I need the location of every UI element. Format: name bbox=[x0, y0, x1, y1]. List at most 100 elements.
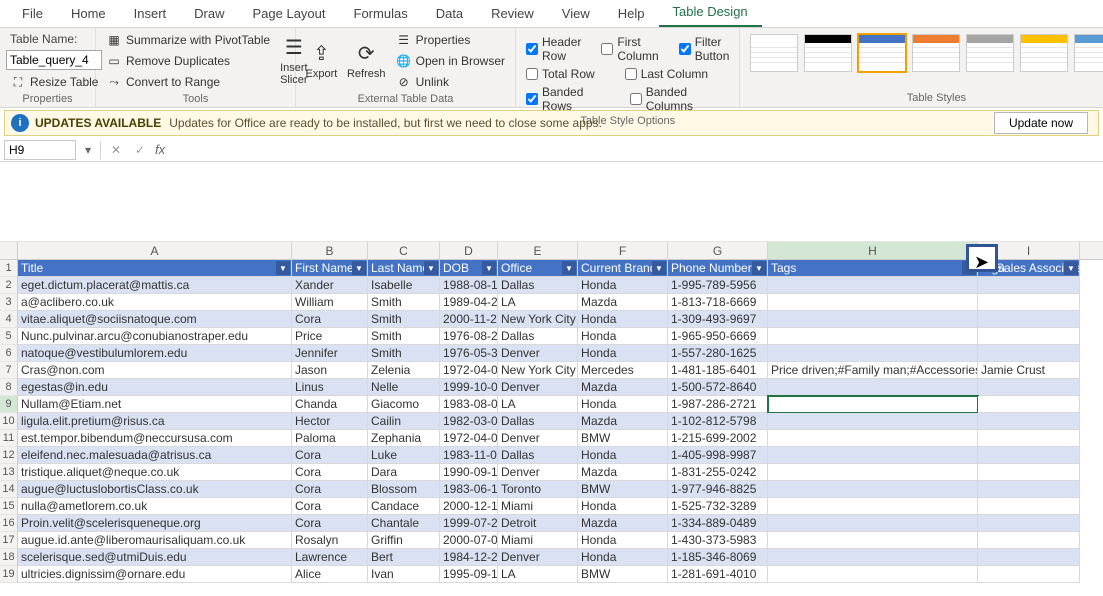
table-cell[interactable]: eget.dictum.placerat@mattis.ca bbox=[18, 277, 292, 294]
table-cell[interactable]: Cora bbox=[292, 464, 368, 481]
table-style-swatch[interactable] bbox=[1074, 34, 1103, 72]
table-cell[interactable]: Dallas bbox=[498, 447, 578, 464]
table-cell[interactable]: Jamie Crust bbox=[978, 362, 1080, 379]
row-header[interactable]: 16 bbox=[0, 515, 18, 532]
table-header-cell[interactable]: First Name▼ bbox=[292, 260, 368, 277]
tab-data[interactable]: Data bbox=[422, 0, 477, 27]
table-cell[interactable]: Proin.velit@scelerisqueneque.org bbox=[18, 515, 292, 532]
table-cell[interactable]: LA bbox=[498, 566, 578, 583]
table-cell[interactable]: Smith bbox=[368, 311, 440, 328]
table-cell[interactable]: 1-987-286-2721 bbox=[668, 396, 768, 413]
tab-formulas[interactable]: Formulas bbox=[340, 0, 422, 27]
table-cell[interactable]: natoque@vestibulumlorem.edu bbox=[18, 345, 292, 362]
table-cell[interactable]: Mazda bbox=[578, 515, 668, 532]
table-cell[interactable] bbox=[768, 464, 978, 481]
table-cell[interactable]: 1995-09-16 bbox=[440, 566, 498, 583]
table-cell[interactable]: Dallas bbox=[498, 328, 578, 345]
table-cell[interactable] bbox=[978, 464, 1080, 481]
table-cell[interactable]: 1983-06-19 bbox=[440, 481, 498, 498]
table-cell[interactable]: 1-813-718-6669 bbox=[668, 294, 768, 311]
table-cell[interactable]: 1-405-998-9987 bbox=[668, 447, 768, 464]
table-cell[interactable]: Cora bbox=[292, 498, 368, 515]
table-cell[interactable]: Smith bbox=[368, 294, 440, 311]
table-cell[interactable]: Jennifer bbox=[292, 345, 368, 362]
table-cell[interactable]: 1-831-255-0242 bbox=[668, 464, 768, 481]
table-style-swatch[interactable] bbox=[1020, 34, 1068, 72]
column-header[interactable]: C bbox=[368, 242, 440, 259]
table-style-swatch[interactable] bbox=[912, 34, 960, 72]
table-cell[interactable] bbox=[978, 566, 1080, 583]
table-cell[interactable]: Honda bbox=[578, 345, 668, 362]
table-cell[interactable]: LA bbox=[498, 396, 578, 413]
table-cell[interactable]: 1972-04-01 bbox=[440, 362, 498, 379]
table-cell[interactable]: Honda bbox=[578, 396, 668, 413]
table-cell[interactable] bbox=[768, 413, 978, 430]
cancel-formula-button[interactable]: ✕ bbox=[107, 143, 125, 157]
chk-banded-cols[interactable]: Banded Columns bbox=[626, 84, 734, 114]
row-header[interactable]: 5 bbox=[0, 328, 18, 345]
table-cell[interactable] bbox=[768, 345, 978, 362]
table-cell[interactable] bbox=[978, 311, 1080, 328]
table-cell[interactable]: 1-481-185-6401 bbox=[668, 362, 768, 379]
table-cell[interactable]: Nullam@Etiam.net bbox=[18, 396, 292, 413]
row-header[interactable]: 8 bbox=[0, 379, 18, 396]
row-header[interactable]: 2 bbox=[0, 277, 18, 294]
table-cell[interactable]: Honda bbox=[578, 447, 668, 464]
table-header-cell[interactable]: Current Brand▼ bbox=[578, 260, 668, 277]
column-header[interactable]: F bbox=[578, 242, 668, 259]
filter-dropdown-icon[interactable]: ▼ bbox=[424, 261, 438, 275]
table-cell[interactable]: eleifend.nec.malesuada@atrisus.ca bbox=[18, 447, 292, 464]
table-cell[interactable]: Nelle bbox=[368, 379, 440, 396]
open-browser-button[interactable]: 🌐Open in Browser bbox=[392, 51, 509, 71]
table-cell[interactable]: 1983-08-04 bbox=[440, 396, 498, 413]
resize-table-button[interactable]: ⛶Resize Table bbox=[6, 72, 102, 92]
update-now-button[interactable]: Update now bbox=[994, 112, 1088, 134]
table-style-swatch[interactable] bbox=[750, 34, 798, 72]
table-cell[interactable]: 1976-08-29 bbox=[440, 328, 498, 345]
row-header[interactable]: 4 bbox=[0, 311, 18, 328]
table-cell[interactable]: ligula.elit.pretium@risus.ca bbox=[18, 413, 292, 430]
refresh-button[interactable]: ⟳Refresh bbox=[347, 30, 386, 90]
table-cell[interactable]: Mazda bbox=[578, 464, 668, 481]
filter-dropdown-icon[interactable]: ▼ bbox=[962, 261, 976, 275]
filter-dropdown-icon[interactable]: ▼ bbox=[482, 261, 496, 275]
column-header[interactable]: E bbox=[498, 242, 578, 259]
table-cell[interactable]: Honda bbox=[578, 532, 668, 549]
table-cell[interactable]: 1976-05-30 bbox=[440, 345, 498, 362]
row-header[interactable]: 18 bbox=[0, 549, 18, 566]
table-cell[interactable]: 2000-11-25 bbox=[440, 311, 498, 328]
table-cell[interactable]: Cora bbox=[292, 311, 368, 328]
namebox-dropdown-icon[interactable]: ▾ bbox=[82, 143, 94, 157]
table-cell[interactable] bbox=[768, 311, 978, 328]
table-cell[interactable]: Cora bbox=[292, 447, 368, 464]
table-cell[interactable]: 1989-04-28 bbox=[440, 294, 498, 311]
column-header[interactable]: H bbox=[768, 242, 978, 259]
table-style-swatch[interactable] bbox=[858, 34, 906, 72]
table-cell[interactable] bbox=[978, 481, 1080, 498]
table-cell[interactable]: Isabelle bbox=[368, 277, 440, 294]
filter-dropdown-icon[interactable]: ▼ bbox=[652, 261, 666, 275]
row-header[interactable]: 15 bbox=[0, 498, 18, 515]
tab-help[interactable]: Help bbox=[604, 0, 659, 27]
table-cell[interactable]: Candace bbox=[368, 498, 440, 515]
chk-total-row[interactable]: Total Row bbox=[522, 66, 599, 82]
table-cell[interactable]: Honda bbox=[578, 277, 668, 294]
chk-first-col[interactable]: First Column bbox=[597, 34, 662, 64]
table-cell[interactable]: 1972-04-03 bbox=[440, 430, 498, 447]
table-cell[interactable]: 1-309-493-9697 bbox=[668, 311, 768, 328]
table-cell[interactable] bbox=[768, 396, 978, 413]
table-cell[interactable]: Miami bbox=[498, 532, 578, 549]
table-cell[interactable]: Chanda bbox=[292, 396, 368, 413]
table-cell[interactable]: New York City bbox=[498, 362, 578, 379]
table-cell[interactable]: 1-995-789-5956 bbox=[668, 277, 768, 294]
chk-header-row[interactable]: Header Row bbox=[522, 34, 585, 64]
table-style-swatch[interactable] bbox=[966, 34, 1014, 72]
table-cell[interactable]: a@aclibero.co.uk bbox=[18, 294, 292, 311]
table-header-cell[interactable]: Phone Number▼ bbox=[668, 260, 768, 277]
table-cell[interactable]: 1-500-572-8640 bbox=[668, 379, 768, 396]
table-cell[interactable]: egestas@in.edu bbox=[18, 379, 292, 396]
row-header[interactable]: 19 bbox=[0, 566, 18, 583]
table-cell[interactable] bbox=[768, 498, 978, 515]
table-cell[interactable]: 2000-12-13 bbox=[440, 498, 498, 515]
table-cell[interactable]: 2000-07-04 bbox=[440, 532, 498, 549]
